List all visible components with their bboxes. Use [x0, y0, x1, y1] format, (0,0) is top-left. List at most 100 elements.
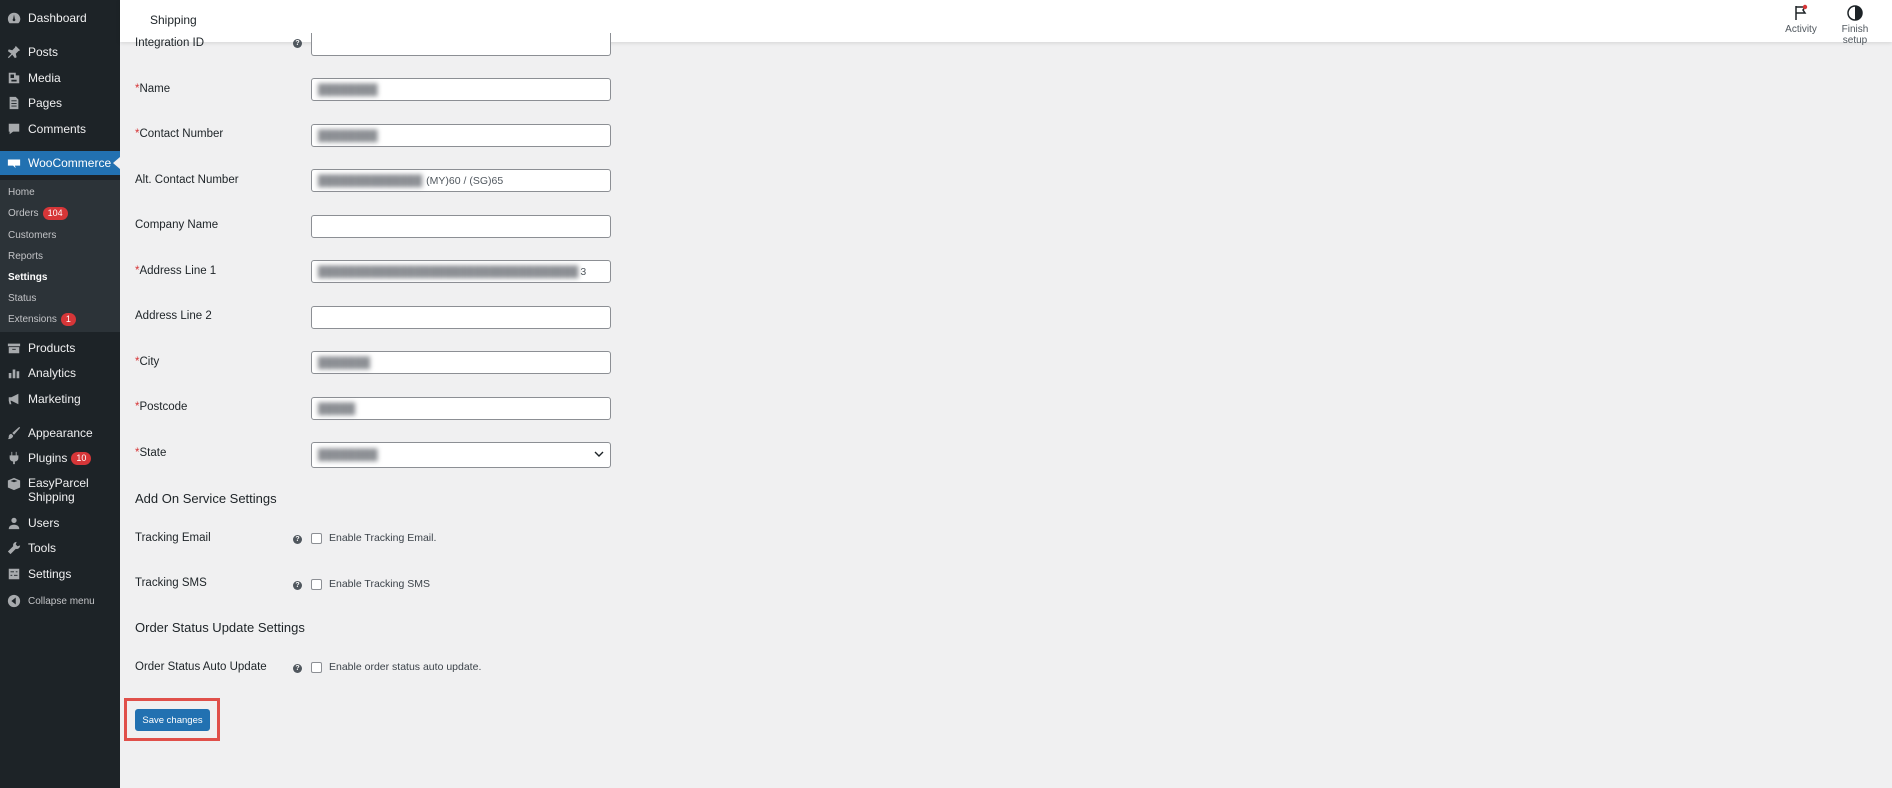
help-icon[interactable]: ? — [293, 581, 302, 590]
sidebar-item-label: Comments — [28, 122, 87, 136]
finish-setup-button[interactable]: Finish setup — [1830, 4, 1880, 46]
sidebar-item-label: Dashboard — [28, 11, 87, 25]
checkbox[interactable] — [311, 532, 322, 544]
tracking-email-checkbox[interactable]: Enable Tracking Email. — [311, 532, 436, 544]
alt-contact-number-label: Alt. Contact Number — [135, 174, 239, 186]
sidebar-item-label: Plugins — [28, 451, 68, 465]
submenu-item-label: Settings — [8, 271, 48, 283]
submenu-item-label: Extensions — [8, 313, 57, 325]
field-label-text: Contact Number — [139, 128, 224, 140]
brush-icon — [6, 425, 22, 441]
activity-button[interactable]: Activity — [1776, 4, 1826, 35]
submenu-item-reports[interactable]: Reports — [8, 248, 43, 264]
submenu-item-label: Reports — [8, 250, 44, 262]
submenu-item-customers[interactable]: Customers — [8, 227, 56, 243]
field-value: ███████ — [318, 356, 371, 369]
checkbox-label: Enable Tracking Email. — [329, 532, 437, 544]
field-label-text: Name — [139, 83, 171, 95]
sidebar-item-comments[interactable]: Comments — [0, 117, 120, 141]
sidebar-item-posts[interactable]: Posts — [0, 40, 120, 64]
sidebar-item-settings[interactable]: Settings — [0, 562, 120, 586]
postcode-field[interactable]: █████ — [311, 397, 611, 420]
sidebar-item-products[interactable]: Products — [0, 336, 120, 360]
sidebar-item-media[interactable]: Media — [0, 66, 120, 90]
contact-number-field[interactable]: ████████ — [311, 124, 611, 147]
address-line-2-label: Address Line 2 — [135, 310, 212, 322]
integration-id-field[interactable] — [311, 33, 611, 56]
field-label-text: State — [139, 447, 167, 459]
archive-icon — [6, 340, 22, 356]
sidebar-item-tools[interactable]: Tools — [0, 536, 120, 560]
sidebar-item-label: Collapse menu — [28, 595, 95, 607]
order-auto-update-checkbox[interactable]: Enable order status auto update. — [311, 661, 481, 673]
addon-section-title: Add On Service Settings — [135, 491, 277, 506]
address-line-2-field[interactable] — [311, 306, 611, 329]
save-changes-button[interactable]: Save changes — [135, 709, 210, 731]
sidebar-item-label: Analytics — [28, 366, 77, 380]
sidebar-item-dashboard[interactable]: Dashboard — [0, 6, 120, 30]
page-title: Shipping — [150, 13, 197, 27]
alt-contact-number-field[interactable]: ██████████████ (MY)60 / (SG)65 — [311, 169, 611, 192]
checkbox[interactable] — [311, 578, 322, 590]
orders-count-badge: 104 — [42, 206, 68, 220]
parcel-icon — [6, 476, 22, 492]
company-name-label: Company Name — [135, 219, 219, 231]
sidebar-item-easyparcel-shipping[interactable]: EasyParcel Shipping — [0, 476, 120, 506]
pin-icon — [6, 44, 22, 60]
submenu-item-settings[interactable]: Settings — [8, 269, 47, 285]
woo-icon — [6, 155, 22, 171]
order-status-section-title: Order Status Update Settings — [135, 620, 305, 635]
plugins-count-badge: 10 — [71, 451, 92, 465]
help-icon[interactable]: ? — [293, 39, 302, 48]
sidebar-item-marketing[interactable]: Marketing — [0, 387, 120, 411]
address-line-1-label: *Address Line 1 — [135, 265, 216, 277]
address-line-1-field[interactable]: ███████████████████████████████████ 3 — [311, 260, 611, 283]
plug-icon — [6, 450, 22, 466]
sidebar-item-plugins[interactable]: Plugins 10 — [0, 446, 120, 470]
field-value: █████ — [318, 402, 356, 415]
progress-ring-icon — [1847, 5, 1863, 21]
admin-sidebar: Dashboard Posts Media Pages Comments Woo… — [0, 0, 120, 788]
name-field[interactable]: ████████ — [311, 78, 611, 101]
extensions-count-badge: 1 — [60, 312, 76, 326]
redacted-value: ██████████████ — [318, 174, 423, 187]
sidebar-item-analytics[interactable]: Analytics — [0, 361, 120, 385]
state-select[interactable]: ████████ — [311, 442, 611, 468]
field-value: ████████ — [318, 449, 378, 461]
submenu-item-extensions[interactable]: Extensions 1 — [8, 311, 76, 327]
company-name-field[interactable] — [311, 215, 611, 238]
wrench-icon — [6, 540, 22, 556]
user-icon — [6, 515, 22, 531]
state-label: *State — [135, 447, 166, 459]
dashboard-icon — [6, 10, 22, 26]
help-icon[interactable]: ? — [293, 535, 302, 544]
sidebar-item-label: WooCommerce — [28, 156, 112, 170]
help-icon[interactable]: ? — [293, 664, 302, 673]
collapse-icon — [6, 593, 22, 609]
integration-id-label: Integration ID — [135, 37, 205, 49]
contact-number-label: *Contact Number — [135, 128, 223, 140]
collapse-menu-button[interactable]: Collapse menu — [0, 589, 120, 613]
pages-icon — [6, 95, 22, 111]
sidebar-item-appearance[interactable]: Appearance — [0, 421, 120, 445]
city-field[interactable]: ███████ — [311, 351, 611, 374]
sidebar-item-pages[interactable]: Pages — [0, 91, 120, 115]
sidebar-item-label: EasyParcel Shipping — [28, 476, 89, 504]
activity-label: Activity — [1785, 24, 1817, 35]
field-label-text: Address Line 1 — [139, 265, 217, 277]
chevron-down-icon — [594, 451, 604, 457]
sidebar-item-woocommerce[interactable]: WooCommerce — [0, 151, 120, 175]
submenu-item-label: Customers — [8, 229, 57, 241]
sidebar-item-label: Marketing — [28, 392, 81, 406]
field-label-text: Postcode — [139, 401, 188, 413]
tracking-sms-label: Tracking SMS — [135, 577, 207, 589]
submenu-item-home[interactable]: Home — [8, 184, 35, 200]
tracking-sms-checkbox[interactable]: Enable Tracking SMS — [311, 578, 430, 590]
submenu-item-orders[interactable]: Orders 104 — [8, 205, 68, 221]
checkbox[interactable] — [311, 661, 322, 673]
submenu-item-status[interactable]: Status — [8, 290, 36, 306]
submenu-item-label: Orders — [8, 207, 39, 219]
sidebar-item-label: Media — [28, 71, 61, 85]
sidebar-item-users[interactable]: Users — [0, 511, 120, 535]
submenu-item-label: Home — [8, 186, 35, 198]
